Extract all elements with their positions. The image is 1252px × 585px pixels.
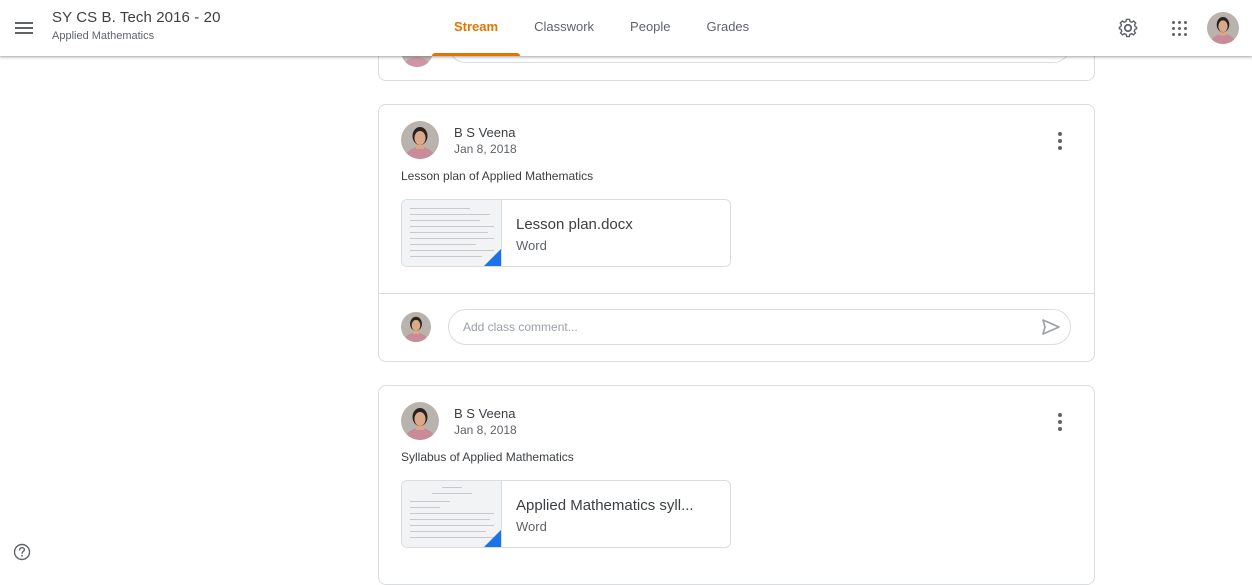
post-card: B S Veena Jan 8, 2018 Syllabus of Applie… — [378, 385, 1095, 585]
document-thumbnail — [402, 200, 502, 266]
app-header: SY CS B. Tech 2016 - 20 Applied Mathemat… — [0, 0, 1252, 56]
post-card: B S Veena Jan 8, 2018 Lesson plan of App… — [378, 104, 1095, 362]
profile-avatar[interactable] — [1207, 12, 1239, 44]
word-file-corner-icon — [484, 530, 501, 547]
tab-people[interactable]: People — [616, 0, 684, 56]
attachment-type: Word — [516, 238, 547, 253]
author-avatar — [401, 121, 439, 159]
attachment-name: Applied Mathematics syll... — [516, 497, 694, 514]
class-title-block[interactable]: SY CS B. Tech 2016 - 20 Applied Mathemat… — [52, 9, 221, 43]
post-text: Syllabus of Applied Mathematics — [401, 450, 574, 464]
word-file-corner-icon — [484, 249, 501, 266]
send-icon[interactable] — [1041, 317, 1061, 337]
post-text: Lesson plan of Applied Mathematics — [401, 169, 594, 183]
menu-icon[interactable] — [12, 16, 36, 40]
author-name: B S Veena — [454, 406, 516, 421]
tab-classwork[interactable]: Classwork — [520, 0, 608, 56]
settings-gear-icon[interactable] — [1114, 14, 1142, 42]
tab-bar: Stream Classwork People Grades — [431, 0, 771, 56]
attachment-card[interactable]: Applied Mathematics syll... Word — [401, 480, 731, 548]
author-name: B S Veena — [454, 125, 516, 140]
tab-grades[interactable]: Grades — [693, 0, 764, 56]
tab-stream[interactable]: Stream — [431, 0, 521, 56]
attachment-card[interactable]: Lesson plan.docx Word — [401, 199, 731, 267]
author-avatar — [401, 402, 439, 440]
post-date[interactable]: Jan 8, 2018 — [454, 423, 517, 437]
document-thumbnail — [402, 481, 502, 547]
attachment-type: Word — [516, 519, 547, 534]
attachment-name: Lesson plan.docx — [516, 216, 633, 233]
apps-grid-icon[interactable] — [1166, 14, 1194, 42]
class-subtitle: Applied Mathematics — [52, 30, 155, 42]
class-title[interactable]: SY CS B. Tech 2016 - 20 — [52, 9, 221, 27]
class-comment-input[interactable] — [448, 309, 1071, 345]
commenter-avatar — [401, 312, 431, 342]
post-date[interactable]: Jan 8, 2018 — [454, 142, 517, 156]
more-options-icon[interactable] — [1056, 412, 1064, 432]
help-icon[interactable] — [13, 543, 31, 561]
divider — [379, 293, 1094, 294]
more-options-icon[interactable] — [1056, 131, 1064, 151]
